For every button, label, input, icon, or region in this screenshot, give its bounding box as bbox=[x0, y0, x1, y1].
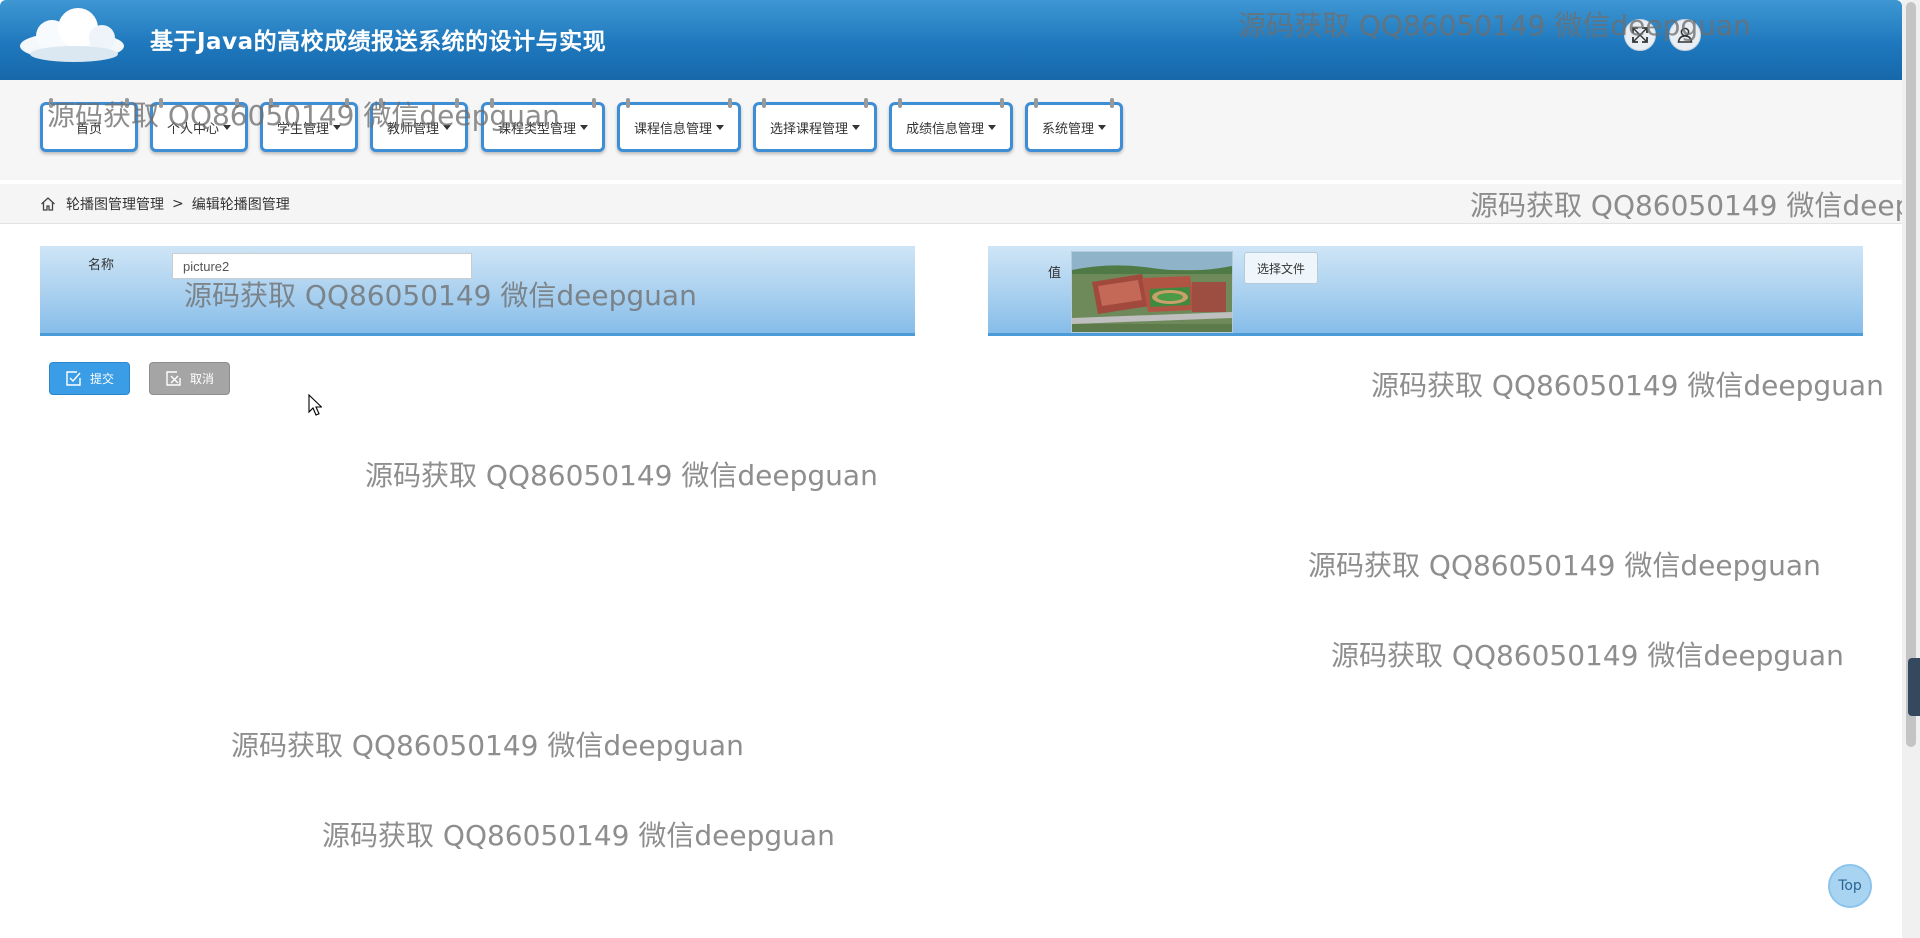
cancel-button[interactable]: 取消 bbox=[149, 362, 230, 395]
name-field-panel: 名称 bbox=[40, 246, 915, 336]
nav-item-teacher-management[interactable]: 教师管理 bbox=[370, 98, 468, 152]
watermark: 源码获取 QQ86050149 微信deepguan bbox=[322, 819, 835, 852]
watermark: 源码获取 QQ86050149 微信deepguan bbox=[231, 729, 744, 762]
breadcrumb-parent[interactable]: 轮播图管理管理 bbox=[66, 194, 164, 214]
choose-file-button[interactable]: 选择文件 bbox=[1244, 252, 1318, 284]
nav-item-label: 学生管理 bbox=[276, 121, 329, 137]
campus-photo bbox=[1072, 252, 1232, 332]
caret-down-icon bbox=[852, 124, 860, 130]
name-label: 名称 bbox=[88, 258, 115, 273]
caret-down-icon bbox=[580, 124, 588, 130]
checkbox-icon bbox=[66, 371, 81, 386]
nav-item-course-info-management[interactable]: 课程信息管理 bbox=[617, 98, 741, 152]
caret-down-icon bbox=[716, 124, 724, 130]
caret-down-icon bbox=[988, 124, 996, 130]
nav-item-home[interactable]: 首页 bbox=[40, 98, 138, 152]
nav-item-grade-info-management[interactable]: 成绩信息管理 bbox=[889, 98, 1013, 152]
nav-item-label: 成绩信息管理 bbox=[905, 121, 984, 137]
caret-down-icon bbox=[1098, 124, 1106, 130]
watermark: 源码获取 QQ86050149 微信deepguan bbox=[1331, 639, 1844, 672]
fullscreen-button[interactable] bbox=[1624, 19, 1656, 51]
scrollbar-thumb[interactable] bbox=[1906, 2, 1916, 747]
nav-item-course-selection-management[interactable]: 选择课程管理 bbox=[753, 98, 877, 152]
mouse-cursor-icon bbox=[308, 394, 322, 416]
nav-item-label: 系统管理 bbox=[1041, 121, 1094, 137]
back-to-top-button[interactable]: Top bbox=[1828, 864, 1872, 908]
value-field-panel: 值 选择文件 bbox=[988, 246, 1863, 336]
nav-item-personal-center[interactable]: 个人中心 bbox=[150, 98, 248, 152]
side-widget-tab[interactable] bbox=[1908, 658, 1920, 716]
user-icon bbox=[1677, 27, 1693, 43]
user-button[interactable] bbox=[1669, 19, 1701, 51]
nav-item-course-type-management[interactable]: 课程类型管理 bbox=[481, 98, 605, 152]
name-input[interactable] bbox=[172, 253, 472, 279]
nav-item-label: 课程类型管理 bbox=[497, 121, 576, 137]
breadcrumb-current: 编辑轮播图管理 bbox=[191, 196, 290, 213]
caret-down-icon bbox=[223, 124, 231, 130]
nav-item-system-management[interactable]: 系统管理 bbox=[1025, 98, 1123, 152]
top-header: 基于Java的高校成绩报送系统的设计与实现 bbox=[0, 0, 1902, 80]
expand-icon bbox=[1632, 27, 1648, 43]
submit-label: 提交 bbox=[89, 372, 114, 386]
watermark: 源码获取 QQ86050149 微信deepguan bbox=[1371, 369, 1884, 402]
nav-item-label: 个人中心 bbox=[166, 121, 219, 137]
main-nav: 首页 个人中心 学生管理 教师管理 课程类型管理 课程信息管理 选择课程管理 成… bbox=[0, 80, 1902, 180]
breadcrumb-separator: > bbox=[172, 195, 184, 212]
nav-item-label: 选择课程管理 bbox=[769, 121, 848, 137]
watermark: 源码获取 QQ86050149 微信deepguan bbox=[365, 459, 878, 492]
watermark: 源码获取 QQ86050149 微信deepguan bbox=[1308, 549, 1821, 582]
nav-item-label: 教师管理 bbox=[386, 121, 439, 137]
breadcrumb: 轮播图管理管理 > 编辑轮播图管理 bbox=[0, 184, 1902, 224]
submit-button[interactable]: 提交 bbox=[49, 362, 130, 395]
nav-item-label: 首页 bbox=[75, 121, 102, 137]
caret-down-icon bbox=[443, 124, 451, 130]
app-title: 基于Java的高校成绩报送系统的设计与实现 bbox=[150, 29, 607, 55]
value-label: 值 bbox=[1048, 266, 1062, 281]
campus-image-thumbnail[interactable] bbox=[1071, 251, 1233, 333]
caret-down-icon bbox=[333, 124, 341, 130]
cancel-label: 取消 bbox=[189, 372, 214, 386]
nav-item-student-management[interactable]: 学生管理 bbox=[260, 98, 358, 152]
cancel-box-icon bbox=[166, 371, 181, 386]
nav-item-label: 课程信息管理 bbox=[633, 121, 712, 137]
cloud-logo bbox=[20, 8, 124, 62]
home-icon[interactable] bbox=[40, 196, 56, 212]
